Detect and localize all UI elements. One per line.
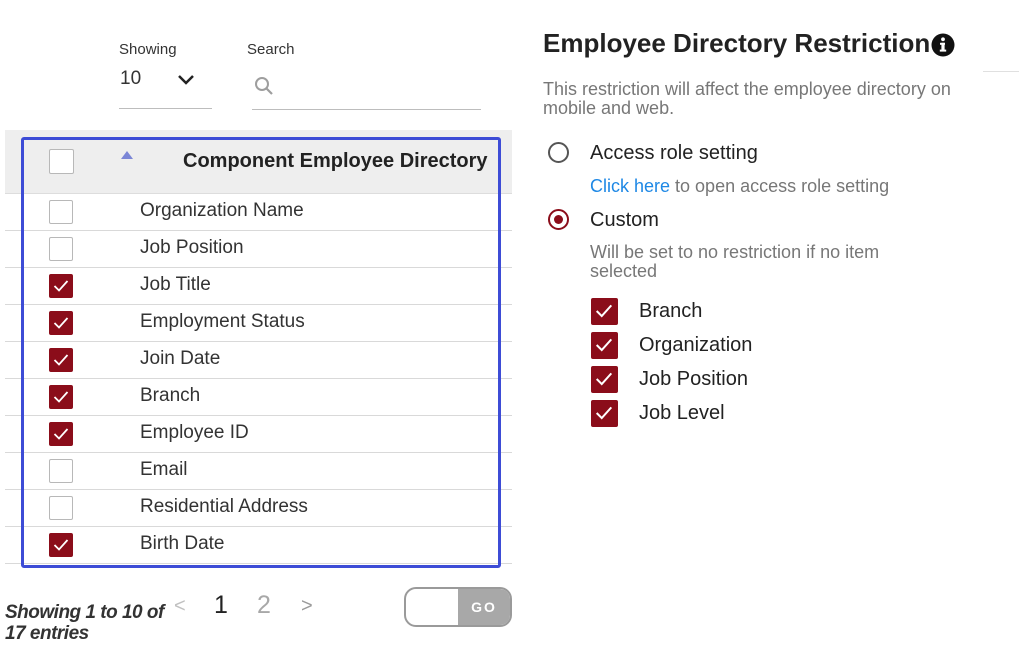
info-icon[interactable] <box>931 33 955 57</box>
row-checkbox[interactable] <box>49 533 73 557</box>
checkmark-icon <box>53 539 69 551</box>
table-row: Job Position <box>5 231 512 268</box>
row-label: Job Title <box>140 274 211 295</box>
table-row: Employment Status <box>5 305 512 342</box>
row-checkbox[interactable] <box>49 274 73 298</box>
go-button[interactable]: GO <box>458 589 510 625</box>
row-label: Organization Name <box>140 200 304 221</box>
row-checkbox[interactable] <box>49 200 73 224</box>
custom-radio[interactable] <box>548 209 569 230</box>
checkmark-icon <box>53 280 69 292</box>
page-size-select[interactable]: 10 <box>119 66 212 109</box>
row-label: Birth Date <box>140 533 225 554</box>
showing-label: Showing <box>119 41 177 58</box>
checkmark-icon <box>53 354 69 366</box>
checkmark-icon <box>595 372 613 386</box>
table-header: Component Employee Directory <box>5 130 512 194</box>
checkmark-icon <box>595 338 613 352</box>
page-size-value: 10 <box>120 68 142 89</box>
table-row: Email <box>5 453 512 490</box>
search-input[interactable] <box>252 66 481 110</box>
pagination-next[interactable]: > <box>301 595 313 618</box>
custom-item-checkbox[interactable] <box>591 400 618 427</box>
checkmark-icon <box>595 406 613 420</box>
custom-item-checkbox[interactable] <box>591 298 618 325</box>
row-checkbox[interactable] <box>49 385 73 409</box>
entries-info: Showing 1 to 10 of 17 entries <box>5 602 164 644</box>
row-label: Branch <box>140 385 201 406</box>
custom-item-checkbox[interactable] <box>591 332 618 359</box>
checkmark-icon <box>595 304 613 318</box>
access-role-label[interactable]: Access role setting <box>590 142 758 165</box>
chevron-down-icon <box>178 75 194 85</box>
employee-directory-table: Component Employee Directory Organizatio… <box>5 130 512 564</box>
go-page-input[interactable] <box>406 589 458 625</box>
access-role-radio[interactable] <box>548 142 569 163</box>
entries-info-line2: 17 entries <box>5 623 89 644</box>
checkmark-icon <box>53 428 69 440</box>
row-label: Employee ID <box>140 422 249 443</box>
checkmark-icon <box>53 317 69 329</box>
row-checkbox[interactable] <box>49 237 73 261</box>
table-row: Organization Name <box>5 194 512 231</box>
row-label: Join Date <box>140 348 221 369</box>
pagination-prev[interactable]: < <box>174 595 186 618</box>
custom-hint: Will be set to no restriction if no item… <box>590 242 880 281</box>
row-checkbox[interactable] <box>49 422 73 446</box>
custom-item-checkbox[interactable] <box>591 366 618 393</box>
search-label: Search <box>247 41 295 58</box>
checkmark-icon <box>53 391 69 403</box>
table-row: Job Title <box>5 268 512 305</box>
row-checkbox[interactable] <box>49 459 73 483</box>
access-role-hint-text: to open access role setting <box>670 176 890 196</box>
custom-label[interactable]: Custom <box>590 209 659 232</box>
row-label: Employment Status <box>140 311 305 332</box>
row-label: Job Position <box>140 237 244 258</box>
divider <box>983 71 1019 72</box>
sort-ascending-icon[interactable] <box>121 151 133 159</box>
table-row: Birth Date <box>5 527 512 564</box>
page-title: Employee Directory Restriction <box>543 28 931 58</box>
table-row: Employee ID <box>5 416 512 453</box>
row-label: Residential Address <box>140 496 308 517</box>
custom-item-label: Organization <box>639 334 753 356</box>
click-here-link[interactable]: Click here <box>590 176 670 196</box>
search-icon <box>255 77 273 95</box>
table-row: Residential Address <box>5 490 512 527</box>
table-row: Branch <box>5 379 512 416</box>
restriction-description: This restriction will affect the employe… <box>543 79 951 118</box>
table-row: Join Date <box>5 342 512 379</box>
column-header-component[interactable]: Component Employee Directory <box>183 150 488 173</box>
row-checkbox[interactable] <box>49 348 73 372</box>
pagination-page-1[interactable]: 1 <box>214 591 228 620</box>
go-to-page: GO <box>404 587 512 627</box>
row-checkbox[interactable] <box>49 311 73 335</box>
custom-item-label: Job Level <box>639 402 725 424</box>
pagination-page-2[interactable]: 2 <box>257 591 271 620</box>
row-label: Email <box>140 459 188 480</box>
access-role-hint: Click here to open access role setting <box>590 176 889 197</box>
select-all-checkbox[interactable] <box>49 149 74 174</box>
row-checkbox[interactable] <box>49 496 73 520</box>
custom-item-label: Branch <box>639 300 703 322</box>
custom-item-label: Job Position <box>639 368 748 390</box>
entries-info-line1: Showing 1 to 10 of <box>5 602 164 623</box>
